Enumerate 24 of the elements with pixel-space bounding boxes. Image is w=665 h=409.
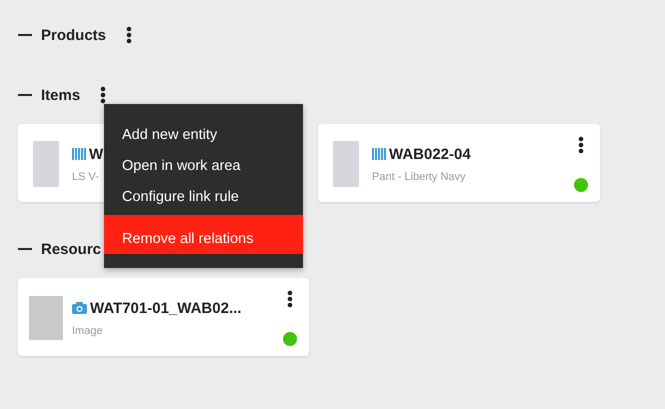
- card-title: WAT701-01_WAB02...: [90, 300, 242, 316]
- more-icon: [126, 26, 132, 44]
- barcode-icon: [372, 148, 386, 160]
- menu-item[interactable]: Add new entity: [104, 120, 303, 151]
- menu-item[interactable]: Remove all relations: [104, 215, 303, 254]
- section-title: Items: [41, 86, 80, 104]
- menu-item[interactable]: Configure link rule: [104, 182, 303, 213]
- card-subtitle: LS V-: [72, 170, 100, 182]
- barcode-icon: [72, 148, 86, 160]
- section-title: Resourc: [41, 240, 102, 258]
- card-subtitle: Image: [72, 324, 104, 336]
- resource-card[interactable]: WAT701-01_WAB02... Image: [18, 278, 309, 356]
- photo-placeholder: [333, 141, 359, 187]
- card-subtitle: Pant - Liberty Navy: [372, 170, 467, 182]
- photo-placeholder: [33, 141, 59, 187]
- card-title: WAB022-04: [389, 146, 471, 162]
- card-title: W: [89, 146, 104, 162]
- camera-icon: [72, 302, 87, 314]
- more-icon: [287, 290, 293, 308]
- section-title: Products: [41, 26, 106, 44]
- more-icon: [578, 136, 584, 154]
- item-card[interactable]: WAB022-04 Pant - Liberty Navy: [318, 124, 600, 202]
- photo-placeholder: [29, 296, 63, 340]
- menu-item[interactable]: Open in work area: [104, 151, 303, 182]
